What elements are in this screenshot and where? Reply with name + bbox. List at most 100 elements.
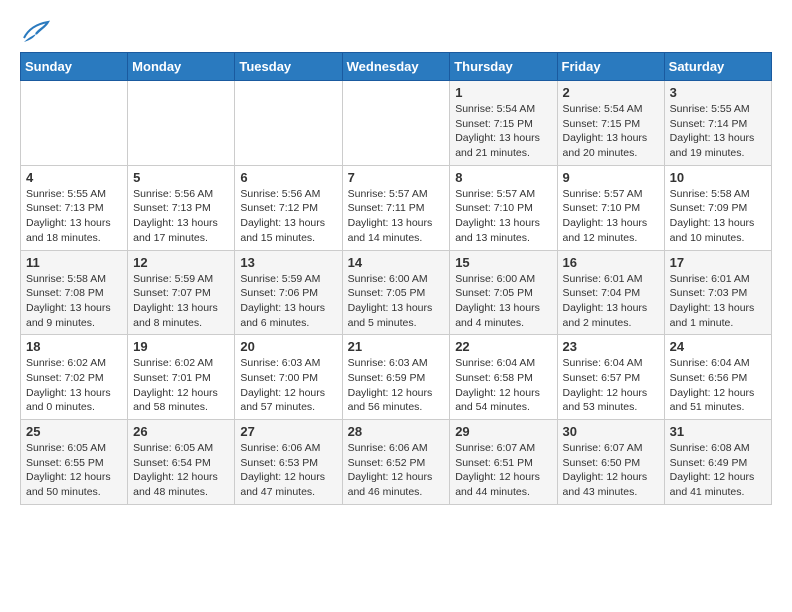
- day-info: Sunrise: 6:04 AM Sunset: 6:56 PM Dayligh…: [670, 356, 766, 415]
- day-number: 13: [240, 255, 336, 270]
- day-cell: 5 Sunrise: 5:56 AM Sunset: 7:13 PM Daylig…: [128, 165, 235, 250]
- day-number: 18: [26, 339, 122, 354]
- day-info: Sunrise: 6:06 AM Sunset: 6:52 PM Dayligh…: [348, 441, 445, 500]
- day-info: Sunrise: 6:00 AM Sunset: 7:05 PM Dayligh…: [455, 272, 551, 331]
- week-row-0: 1 Sunrise: 5:54 AM Sunset: 7:15 PM Daylig…: [21, 81, 772, 166]
- day-cell: [342, 81, 450, 166]
- day-cell: [128, 81, 235, 166]
- day-info: Sunrise: 6:01 AM Sunset: 7:03 PM Dayligh…: [670, 272, 766, 331]
- day-info: Sunrise: 5:56 AM Sunset: 7:12 PM Dayligh…: [240, 187, 336, 246]
- day-info: Sunrise: 6:05 AM Sunset: 6:55 PM Dayligh…: [26, 441, 122, 500]
- day-number: 8: [455, 170, 551, 185]
- day-info: Sunrise: 6:07 AM Sunset: 6:51 PM Dayligh…: [455, 441, 551, 500]
- day-number: 11: [26, 255, 122, 270]
- day-number: 10: [670, 170, 766, 185]
- day-number: 27: [240, 424, 336, 439]
- day-number: 25: [26, 424, 122, 439]
- day-number: 22: [455, 339, 551, 354]
- day-number: 24: [670, 339, 766, 354]
- day-cell: 17 Sunrise: 6:01 AM Sunset: 7:03 PM Dayli…: [664, 250, 771, 335]
- day-info: Sunrise: 6:05 AM Sunset: 6:54 PM Dayligh…: [133, 441, 229, 500]
- day-cell: 25 Sunrise: 6:05 AM Sunset: 6:55 PM Dayli…: [21, 420, 128, 505]
- day-number: 15: [455, 255, 551, 270]
- day-number: 21: [348, 339, 445, 354]
- day-number: 30: [563, 424, 659, 439]
- day-info: Sunrise: 6:04 AM Sunset: 6:58 PM Dayligh…: [455, 356, 551, 415]
- day-cell: 14Sunrise: 6:00 AM Sunset: 7:05 PM Dayli…: [342, 250, 450, 335]
- day-number: 20: [240, 339, 336, 354]
- day-cell: [21, 81, 128, 166]
- day-header-tuesday: Tuesday: [235, 53, 342, 81]
- day-cell: 15 Sunrise: 6:00 AM Sunset: 7:05 PM Dayli…: [450, 250, 557, 335]
- logo: [20, 20, 50, 42]
- day-number: 16: [563, 255, 659, 270]
- day-cell: 9 Sunrise: 5:57 AM Sunset: 7:10 PM Daylig…: [557, 165, 664, 250]
- day-cell: 2Sunrise: 5:54 AM Sunset: 7:15 PM Daylig…: [557, 81, 664, 166]
- day-number: 5: [133, 170, 229, 185]
- day-cell: 7Sunrise: 5:57 AM Sunset: 7:11 PM Daylig…: [342, 165, 450, 250]
- day-info: Sunrise: 6:02 AM Sunset: 7:01 PM Dayligh…: [133, 356, 229, 415]
- day-cell: 20 Sunrise: 6:03 AM Sunset: 7:00 PM Dayli…: [235, 335, 342, 420]
- week-row-3: 18 Sunrise: 6:02 AM Sunset: 7:02 PM Dayli…: [21, 335, 772, 420]
- day-cell: 18 Sunrise: 6:02 AM Sunset: 7:02 PM Dayli…: [21, 335, 128, 420]
- day-info: Sunrise: 6:08 AM Sunset: 6:49 PM Dayligh…: [670, 441, 766, 500]
- day-header-friday: Friday: [557, 53, 664, 81]
- day-number: 17: [670, 255, 766, 270]
- day-info: Sunrise: 5:58 AM Sunset: 7:09 PM Dayligh…: [670, 187, 766, 246]
- day-cell: 4Sunrise: 5:55 AM Sunset: 7:13 PM Daylig…: [21, 165, 128, 250]
- day-cell: 23 Sunrise: 6:04 AM Sunset: 6:57 PM Dayli…: [557, 335, 664, 420]
- day-number: 26: [133, 424, 229, 439]
- day-number: 6: [240, 170, 336, 185]
- day-number: 19: [133, 339, 229, 354]
- day-number: 1: [455, 85, 551, 100]
- day-number: 12: [133, 255, 229, 270]
- day-number: 31: [670, 424, 766, 439]
- calendar-table: SundayMondayTuesdayWednesdayThursdayFrid…: [20, 52, 772, 505]
- day-cell: 10 Sunrise: 5:58 AM Sunset: 7:09 PM Dayli…: [664, 165, 771, 250]
- day-cell: 28Sunrise: 6:06 AM Sunset: 6:52 PM Dayli…: [342, 420, 450, 505]
- calendar-header: SundayMondayTuesdayWednesdayThursdayFrid…: [21, 53, 772, 81]
- week-row-2: 11 Sunrise: 5:58 AM Sunset: 7:08 PM Dayli…: [21, 250, 772, 335]
- day-cell: 3Sunrise: 5:55 AM Sunset: 7:14 PM Daylig…: [664, 81, 771, 166]
- day-cell: 8 Sunrise: 5:57 AM Sunset: 7:10 PM Daylig…: [450, 165, 557, 250]
- day-cell: 27 Sunrise: 6:06 AM Sunset: 6:53 PM Dayli…: [235, 420, 342, 505]
- day-cell: 22 Sunrise: 6:04 AM Sunset: 6:58 PM Dayli…: [450, 335, 557, 420]
- day-info: Sunrise: 6:01 AM Sunset: 7:04 PM Dayligh…: [563, 272, 659, 331]
- week-row-4: 25 Sunrise: 6:05 AM Sunset: 6:55 PM Dayli…: [21, 420, 772, 505]
- day-info: Sunrise: 5:57 AM Sunset: 7:10 PM Dayligh…: [455, 187, 551, 246]
- day-info: Sunrise: 6:00 AM Sunset: 7:05 PM Dayligh…: [348, 272, 445, 331]
- day-cell: 21 Sunrise: 6:03 AM Sunset: 6:59 PM Dayli…: [342, 335, 450, 420]
- day-cell: 30 Sunrise: 6:07 AM Sunset: 6:50 PM Dayli…: [557, 420, 664, 505]
- day-header-monday: Monday: [128, 53, 235, 81]
- day-cell: 6 Sunrise: 5:56 AM Sunset: 7:12 PM Daylig…: [235, 165, 342, 250]
- day-info: Sunrise: 5:56 AM Sunset: 7:13 PM Dayligh…: [133, 187, 229, 246]
- page-header: [20, 20, 772, 42]
- day-info: Sunrise: 5:55 AM Sunset: 7:13 PM Dayligh…: [26, 187, 122, 246]
- day-header-sunday: Sunday: [21, 53, 128, 81]
- day-info: Sunrise: 6:03 AM Sunset: 7:00 PM Dayligh…: [240, 356, 336, 415]
- header-row: SundayMondayTuesdayWednesdayThursdayFrid…: [21, 53, 772, 81]
- day-header-saturday: Saturday: [664, 53, 771, 81]
- day-number: 2: [563, 85, 659, 100]
- day-info: Sunrise: 5:58 AM Sunset: 7:08 PM Dayligh…: [26, 272, 122, 331]
- day-cell: 24 Sunrise: 6:04 AM Sunset: 6:56 PM Dayli…: [664, 335, 771, 420]
- day-info: Sunrise: 5:59 AM Sunset: 7:07 PM Dayligh…: [133, 272, 229, 331]
- day-info: Sunrise: 6:07 AM Sunset: 6:50 PM Dayligh…: [563, 441, 659, 500]
- day-info: Sunrise: 5:57 AM Sunset: 7:10 PM Dayligh…: [563, 187, 659, 246]
- calendar-body: 1 Sunrise: 5:54 AM Sunset: 7:15 PM Daylig…: [21, 81, 772, 505]
- day-cell: 11 Sunrise: 5:58 AM Sunset: 7:08 PM Dayli…: [21, 250, 128, 335]
- day-number: 29: [455, 424, 551, 439]
- day-cell: [235, 81, 342, 166]
- day-number: 7: [348, 170, 445, 185]
- day-cell: 1 Sunrise: 5:54 AM Sunset: 7:15 PM Daylig…: [450, 81, 557, 166]
- day-info: Sunrise: 6:04 AM Sunset: 6:57 PM Dayligh…: [563, 356, 659, 415]
- day-info: Sunrise: 5:54 AM Sunset: 7:15 PM Dayligh…: [455, 102, 551, 161]
- day-cell: 29 Sunrise: 6:07 AM Sunset: 6:51 PM Dayli…: [450, 420, 557, 505]
- day-cell: 13Sunrise: 5:59 AM Sunset: 7:06 PM Dayli…: [235, 250, 342, 335]
- day-number: 9: [563, 170, 659, 185]
- day-number: 23: [563, 339, 659, 354]
- day-info: Sunrise: 6:06 AM Sunset: 6:53 PM Dayligh…: [240, 441, 336, 500]
- day-info: Sunrise: 6:03 AM Sunset: 6:59 PM Dayligh…: [348, 356, 445, 415]
- day-info: Sunrise: 6:02 AM Sunset: 7:02 PM Dayligh…: [26, 356, 122, 415]
- day-header-wednesday: Wednesday: [342, 53, 450, 81]
